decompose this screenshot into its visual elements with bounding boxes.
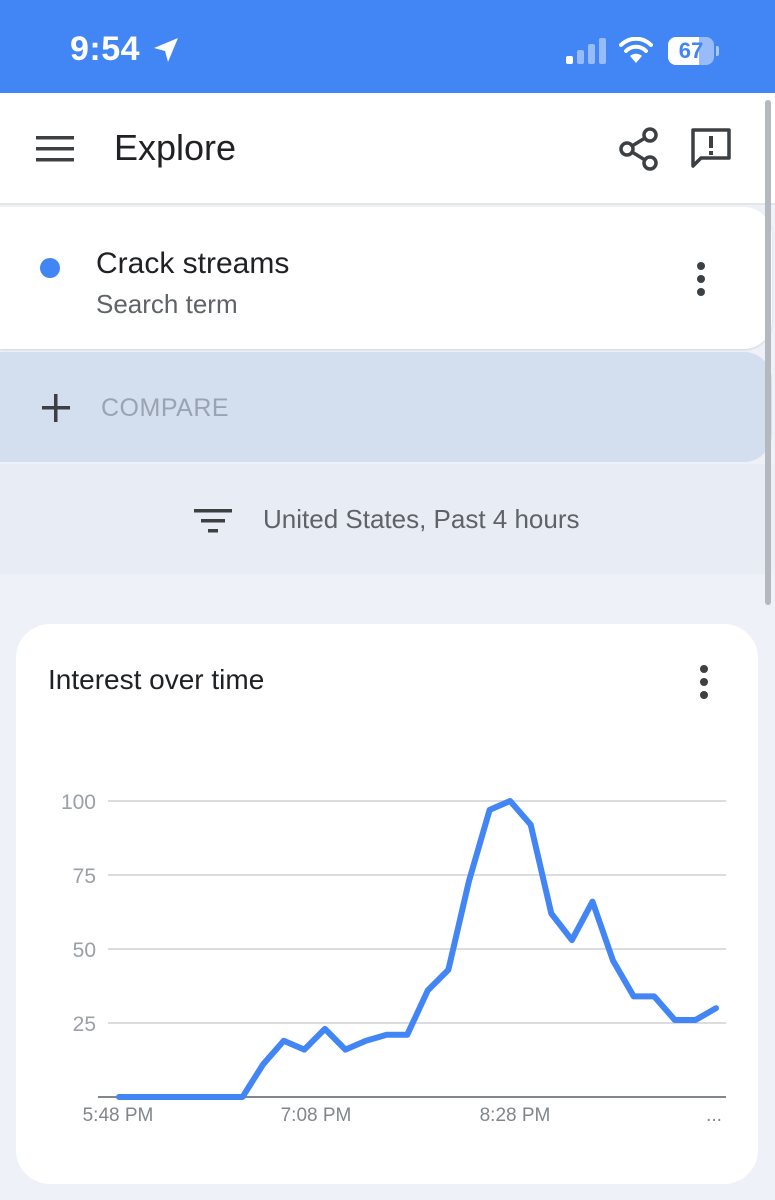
- search-term-name: Crack streams: [96, 247, 290, 280]
- page-title: Explore: [114, 127, 237, 168]
- x-tick-label: ...: [706, 1105, 722, 1126]
- search-term-type: Search term: [96, 289, 238, 319]
- signal-icon: [566, 38, 606, 64]
- y-tick-label: 100: [61, 791, 96, 814]
- share-icon[interactable]: [618, 127, 660, 171]
- line-chart: 25 50 75 100 5:48 PM 7:08 PM 8:28 PM...: [61, 791, 726, 1126]
- filter-summary[interactable]: United States, Past 4 hours: [263, 504, 580, 535]
- term-color-dot: [40, 258, 60, 278]
- menu-icon[interactable]: [36, 135, 74, 163]
- location-arrow-icon: [154, 38, 178, 62]
- battery-percent: 67: [678, 38, 704, 63]
- y-tick-label: 75: [73, 865, 96, 888]
- search-term-card[interactable]: Crack streams Search term: [0, 207, 772, 349]
- filter-icon[interactable]: [194, 507, 232, 535]
- feedback-icon[interactable]: [689, 126, 733, 170]
- plus-icon: [42, 394, 70, 422]
- scrollbar[interactable]: [765, 100, 771, 605]
- compare-button[interactable]: COMPARE: [0, 352, 772, 462]
- y-tick-label: 25: [73, 1013, 96, 1036]
- status-time: 9:54: [70, 30, 141, 68]
- x-tick-label: 7:08 PM: [281, 1105, 352, 1126]
- y-tick-label: 50: [73, 939, 96, 962]
- x-tick-label: 5:48 PM: [83, 1105, 154, 1126]
- compare-label: COMPARE: [101, 394, 230, 422]
- status-bar: 9:54 67: [0, 0, 775, 93]
- filter-bar: United States, Past 4 hours: [0, 464, 772, 574]
- app-bar: Explore: [0, 93, 775, 205]
- more-vert-icon[interactable]: [688, 261, 714, 297]
- x-tick-label: 8:28 PM: [480, 1105, 551, 1126]
- interest-over-time-card: Interest over time 25 50 75 100 5:48 PM 7:08 …: [16, 624, 758, 1184]
- battery-icon: 67: [668, 37, 719, 65]
- wifi-icon: [619, 37, 653, 63]
